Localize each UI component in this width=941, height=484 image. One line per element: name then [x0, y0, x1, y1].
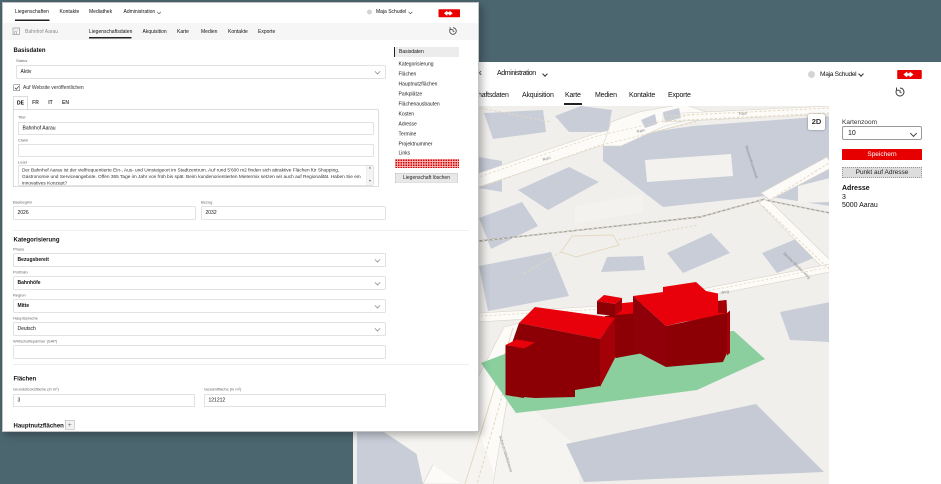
- svg-text:Rain: Rain: [739, 111, 747, 116]
